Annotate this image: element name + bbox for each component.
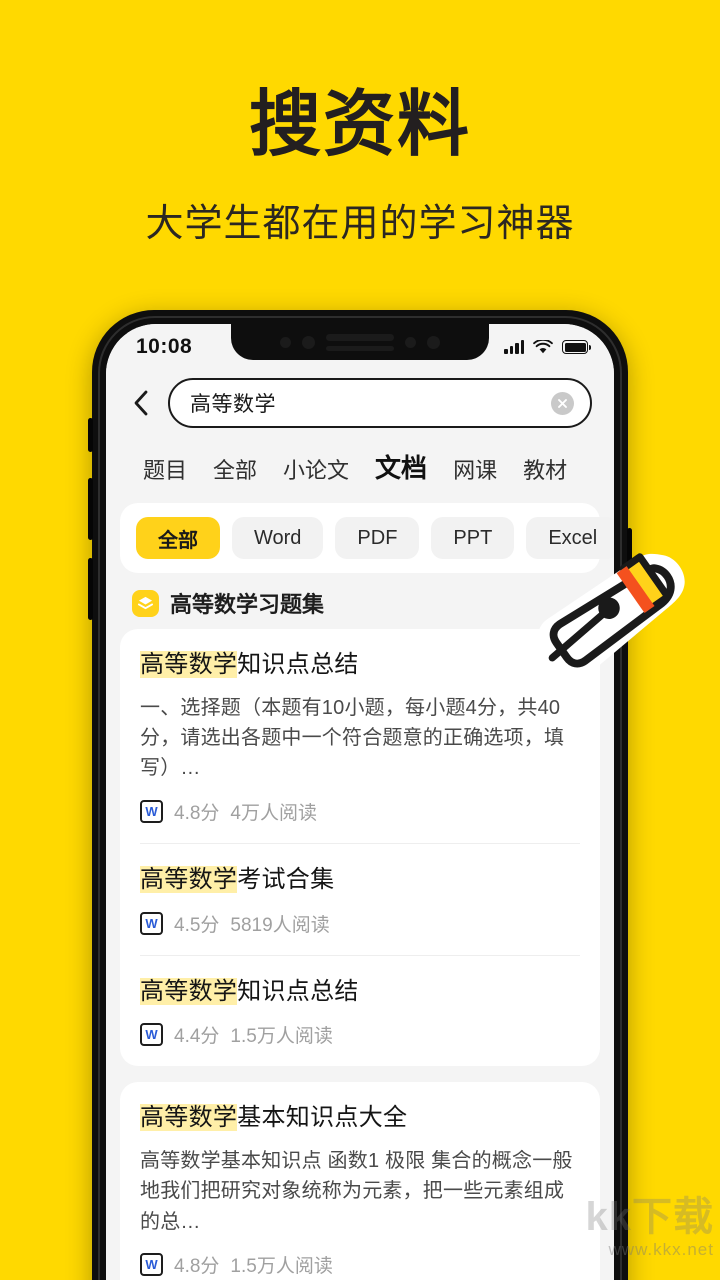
volume-down-button[interactable] — [88, 558, 93, 620]
filter-chip-pdf[interactable]: PDF — [335, 517, 420, 559]
status-time: 10:08 — [136, 335, 193, 358]
item-reads: 4万人阅读 — [230, 802, 317, 824]
volume-up-button[interactable] — [88, 478, 93, 540]
battery-icon — [562, 340, 591, 354]
item-description: 高等数学基本知识点 函数1 极限 集合的概念一般地我们把研究对象统称为元素，把一… — [140, 1149, 573, 1233]
tab-timu[interactable]: 题目 — [130, 447, 200, 491]
chip-label: 全部 — [158, 529, 198, 552]
word-file-icon: W — [140, 1253, 163, 1277]
item-reads: 1.5万人阅读 — [230, 1026, 333, 1048]
tab-label: 小论文 — [283, 458, 350, 483]
phone-mockup: 10:08 高等数学 题目 全部 小论文 文档 网课 教材 全部 Word PD… — [88, 310, 632, 1280]
cellular-signal-icon — [504, 340, 524, 354]
filter-chip-ppt[interactable]: PPT — [431, 517, 515, 559]
page-subtitle: 大学生都在用的学习神器 — [145, 202, 575, 245]
item-rating: 4.4分 — [174, 1026, 220, 1048]
list-item[interactable]: 高等数学知识点总结 W 4.4分 1.5万人阅读 — [140, 954, 580, 1067]
tab-label: 文档 — [375, 453, 428, 483]
item-rating: 4.5分 — [174, 914, 220, 936]
results-list: 高等数学知识点总结 一、选择题（本题有10小题，每小题4分，共40分，请选出各题… — [106, 629, 614, 1280]
word-file-icon: W — [140, 1023, 163, 1047]
item-title-highlight: 高等数学 — [140, 977, 238, 1005]
clear-circle-icon[interactable] — [551, 391, 574, 415]
word-file-icon: W — [140, 911, 163, 935]
item-meta: W 4.8分 1.5万人阅读 — [140, 1251, 580, 1278]
search-bar-row: 高等数学 — [106, 370, 614, 438]
item-meta: W 4.8分 4万人阅读 — [140, 798, 580, 825]
item-title: 高等数学考试合集 — [140, 864, 580, 896]
item-title-rest: 知识点总结 — [237, 651, 359, 678]
mute-switch-button[interactable] — [88, 418, 93, 452]
result-card: 高等数学基本知识点大全 高等数学基本知识点 函数1 极限 集合的概念一般地我们把… — [120, 1082, 600, 1280]
file-type-filter-bar: 全部 Word PDF PPT Excel — [120, 503, 614, 573]
item-title: 高等数学知识点总结 — [140, 649, 580, 681]
list-item[interactable]: 高等数学知识点总结 一、选择题（本题有10小题，每小题4分，共40分，请选出各题… — [140, 629, 580, 843]
phone-screen: 10:08 高等数学 题目 全部 小论文 文档 网课 教材 全部 Word PD… — [106, 324, 614, 1280]
item-rating: 4.8分 — [174, 802, 220, 824]
item-title: 高等数学基本知识点大全 — [140, 1102, 580, 1134]
chip-label: Excel — [548, 526, 598, 549]
item-title-rest: 基本知识点大全 — [237, 1104, 408, 1132]
wifi-icon — [533, 339, 553, 353]
power-button[interactable] — [627, 528, 632, 624]
tab-wendang[interactable]: 文档 — [362, 442, 440, 492]
proximity-sensor-icon — [405, 336, 416, 348]
filter-chip-excel[interactable]: Excel — [526, 517, 614, 559]
phone-notch — [231, 324, 489, 360]
section-title: 高等数学习题集 — [170, 592, 325, 617]
item-title-highlight: 高等数学 — [140, 865, 238, 893]
chip-label: PPT — [453, 526, 493, 549]
tab-xiaolunwen[interactable]: 小论文 — [270, 447, 362, 491]
section-header[interactable]: 高等数学习题集 — [106, 573, 614, 629]
item-rating: 4.8分 — [174, 1256, 220, 1278]
sensor-icon — [280, 336, 291, 348]
item-title-rest: 知识点总结 — [237, 977, 359, 1005]
layers-stack-icon — [132, 589, 159, 617]
word-file-icon: W — [140, 799, 163, 823]
chip-label: Word — [254, 526, 302, 549]
search-input[interactable]: 高等数学 — [168, 378, 592, 428]
tab-label: 题目 — [143, 458, 188, 483]
page-title: 搜资料 — [248, 85, 471, 165]
item-description: 一、选择题（本题有10小题，每小题4分，共40分，请选出各题中一个符合题意的正确… — [140, 696, 565, 780]
tab-jiaocai[interactable]: 教材 — [510, 447, 580, 491]
chip-label: PDF — [357, 526, 398, 549]
item-reads: 5819人阅读 — [230, 914, 330, 936]
tab-label: 网课 — [453, 458, 498, 483]
face-id-icon — [427, 335, 440, 349]
tab-label: 教材 — [523, 458, 568, 483]
list-item[interactable]: 高等数学考试合集 W 4.5分 5819人阅读 — [140, 842, 580, 955]
item-meta: W 4.4分 1.5万人阅读 — [140, 1021, 580, 1048]
filter-chip-all[interactable]: 全部 — [136, 517, 220, 559]
tab-label: 全部 — [213, 458, 258, 483]
promo-header: 搜资料 大学生都在用的学习神器 — [0, 0, 720, 247]
item-reads: 1.5万人阅读 — [230, 1256, 333, 1278]
back-chevron-icon[interactable] — [128, 387, 154, 419]
item-title-rest: 考试合集 — [237, 865, 335, 893]
item-meta: W 4.5分 5819人阅读 — [140, 910, 580, 937]
list-item[interactable]: 高等数学基本知识点大全 高等数学基本知识点 函数1 极限 集合的概念一般地我们把… — [140, 1082, 580, 1280]
search-input-value: 高等数学 — [190, 393, 276, 416]
result-card: 高等数学知识点总结 一、选择题（本题有10小题，每小题4分，共40分，请选出各题… — [120, 629, 600, 1067]
item-title-highlight: 高等数学 — [140, 651, 238, 678]
item-title-highlight: 高等数学 — [140, 1104, 238, 1132]
earpiece-speaker-icon — [326, 333, 394, 351]
category-tabs: 题目 全部 小论文 文档 网课 教材 — [106, 438, 614, 497]
tab-quanbu[interactable]: 全部 — [200, 447, 270, 491]
filter-chip-word[interactable]: Word — [232, 517, 324, 559]
front-camera-icon — [302, 335, 315, 349]
item-title: 高等数学知识点总结 — [140, 976, 580, 1008]
status-icons — [504, 339, 591, 355]
tab-wangke[interactable]: 网课 — [440, 447, 510, 491]
